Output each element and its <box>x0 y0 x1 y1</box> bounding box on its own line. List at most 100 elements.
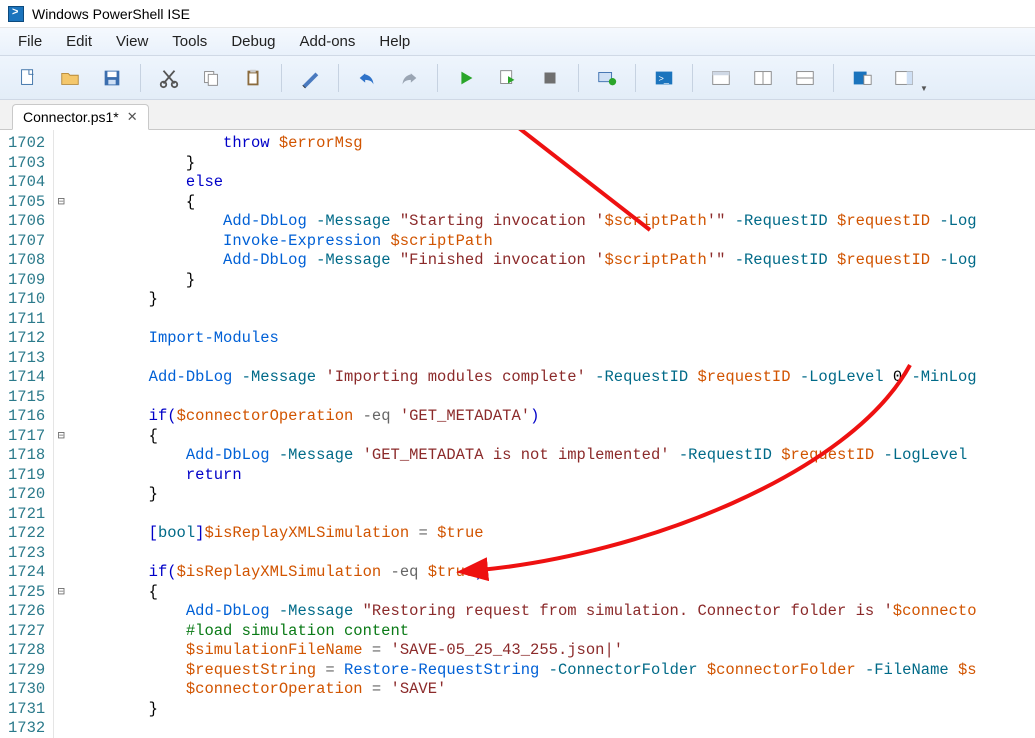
menu-help[interactable]: Help <box>369 31 420 52</box>
code-line[interactable] <box>74 544 1035 564</box>
menu-add-ons[interactable]: Add-ons <box>290 31 366 52</box>
open-file-icon[interactable] <box>50 61 90 95</box>
toolbar: >_ ▼ <box>0 56 1035 100</box>
line-number: 1721 <box>8 505 45 525</box>
paste-icon[interactable] <box>233 61 273 95</box>
menu-edit[interactable]: Edit <box>56 31 102 52</box>
code-line[interactable]: $connectorOperation = 'SAVE' <box>74 680 1035 700</box>
code-line[interactable]: Add-DbLog -Message "Finished invocation … <box>74 251 1035 271</box>
code-line[interactable]: Add-DbLog -Message 'Importing modules co… <box>74 368 1035 388</box>
menu-debug[interactable]: Debug <box>221 31 285 52</box>
code-line[interactable]: } <box>74 485 1035 505</box>
show-command-icon[interactable] <box>842 61 882 95</box>
save-icon[interactable] <box>92 61 132 95</box>
code-line[interactable]: throw $errorMsg <box>74 134 1035 154</box>
layout-split-icon[interactable] <box>743 61 783 95</box>
line-number: 1723 <box>8 544 45 564</box>
tab-label: Connector.ps1* <box>23 109 119 125</box>
line-number: 1714 <box>8 368 45 388</box>
code-line[interactable]: Invoke-Expression $scriptPath <box>74 232 1035 252</box>
fold-marker <box>54 212 68 232</box>
line-number: 1708 <box>8 251 45 271</box>
window-title: Windows PowerShell ISE <box>32 6 190 22</box>
code-line[interactable]: { <box>74 583 1035 603</box>
code-line[interactable]: $simulationFileName = 'SAVE-05_25_43_255… <box>74 641 1035 661</box>
code-line[interactable]: } <box>74 700 1035 720</box>
layout-full-icon[interactable] <box>701 61 741 95</box>
run-selection-icon[interactable] <box>488 61 528 95</box>
fold-marker <box>54 680 68 700</box>
fold-marker[interactable]: ⊟ <box>54 427 68 447</box>
code-area[interactable]: throw $errorMsg } else { Add-DbLog -Mess… <box>68 130 1035 738</box>
fold-marker <box>54 563 68 583</box>
fold-marker <box>54 602 68 622</box>
code-line[interactable]: Add-DbLog -Message 'GET_METADATA is not … <box>74 446 1035 466</box>
code-line[interactable]: Add-DbLog -Message "Restoring request fr… <box>74 602 1035 622</box>
code-line[interactable]: if($isReplayXMLSimulation -eq $true) <box>74 563 1035 583</box>
code-line[interactable]: return <box>74 466 1035 486</box>
toolbar-separator <box>140 64 141 92</box>
remote-icon[interactable] <box>587 61 627 95</box>
code-line[interactable]: Add-DbLog -Message "Starting invocation … <box>74 212 1035 232</box>
code-line[interactable]: [bool]$isReplayXMLSimulation = $true <box>74 524 1035 544</box>
code-line[interactable] <box>74 349 1035 369</box>
close-icon[interactable]: ✕ <box>127 109 138 125</box>
layout-side-icon[interactable] <box>785 61 825 95</box>
file-tab[interactable]: Connector.ps1* ✕ <box>12 104 149 130</box>
code-line[interactable]: } <box>74 154 1035 174</box>
cut-icon[interactable] <box>149 61 189 95</box>
toolbar-overflow-icon[interactable]: ▼ <box>920 84 928 99</box>
code-line[interactable] <box>74 310 1035 330</box>
fold-marker[interactable]: ⊟ <box>54 583 68 603</box>
powershell-icon <box>8 6 24 22</box>
fold-marker <box>54 271 68 291</box>
code-line[interactable]: $requestString = Restore-RequestString -… <box>74 661 1035 681</box>
code-line[interactable] <box>74 388 1035 408</box>
fold-marker <box>54 232 68 252</box>
stop-icon[interactable] <box>530 61 570 95</box>
copy-icon[interactable] <box>191 61 231 95</box>
line-number: 1722 <box>8 524 45 544</box>
code-line[interactable] <box>74 505 1035 525</box>
code-line[interactable]: #load simulation content <box>74 622 1035 642</box>
new-file-icon[interactable] <box>8 61 48 95</box>
line-number: 1720 <box>8 485 45 505</box>
line-number-gutter: 1702170317041705170617071708170917101711… <box>0 130 54 738</box>
code-line[interactable]: if($connectorOperation -eq 'GET_METADATA… <box>74 407 1035 427</box>
fold-marker <box>54 700 68 720</box>
line-number: 1730 <box>8 680 45 700</box>
code-line[interactable]: { <box>74 427 1035 447</box>
menu-view[interactable]: View <box>106 31 158 52</box>
toolbar-separator <box>635 64 636 92</box>
fold-marker <box>54 388 68 408</box>
fold-marker <box>54 505 68 525</box>
clear-icon[interactable] <box>290 61 330 95</box>
code-line[interactable]: { <box>74 193 1035 213</box>
title-bar: Windows PowerShell ISE <box>0 0 1035 28</box>
undo-icon[interactable] <box>347 61 387 95</box>
redo-icon[interactable] <box>389 61 429 95</box>
line-number: 1706 <box>8 212 45 232</box>
code-line[interactable]: } <box>74 271 1035 291</box>
fold-marker <box>54 622 68 642</box>
menu-file[interactable]: File <box>8 31 52 52</box>
fold-marker <box>54 154 68 174</box>
code-line[interactable] <box>74 719 1035 738</box>
powershell-pane-icon[interactable]: >_ <box>644 61 684 95</box>
toolbar-separator <box>281 64 282 92</box>
code-line[interactable]: Import-Modules <box>74 329 1035 349</box>
code-editor[interactable]: 1702170317041705170617071708170917101711… <box>0 130 1035 738</box>
fold-marker[interactable]: ⊟ <box>54 193 68 213</box>
code-line[interactable]: else <box>74 173 1035 193</box>
svg-text:>_: >_ <box>659 73 670 83</box>
line-number: 1705 <box>8 193 45 213</box>
menu-tools[interactable]: Tools <box>162 31 217 52</box>
fold-marker <box>54 368 68 388</box>
line-number: 1717 <box>8 427 45 447</box>
fold-marker <box>54 290 68 310</box>
fold-marker <box>54 719 68 738</box>
line-number: 1707 <box>8 232 45 252</box>
run-script-icon[interactable] <box>446 61 486 95</box>
show-addon-icon[interactable] <box>884 61 924 95</box>
code-line[interactable]: } <box>74 290 1035 310</box>
